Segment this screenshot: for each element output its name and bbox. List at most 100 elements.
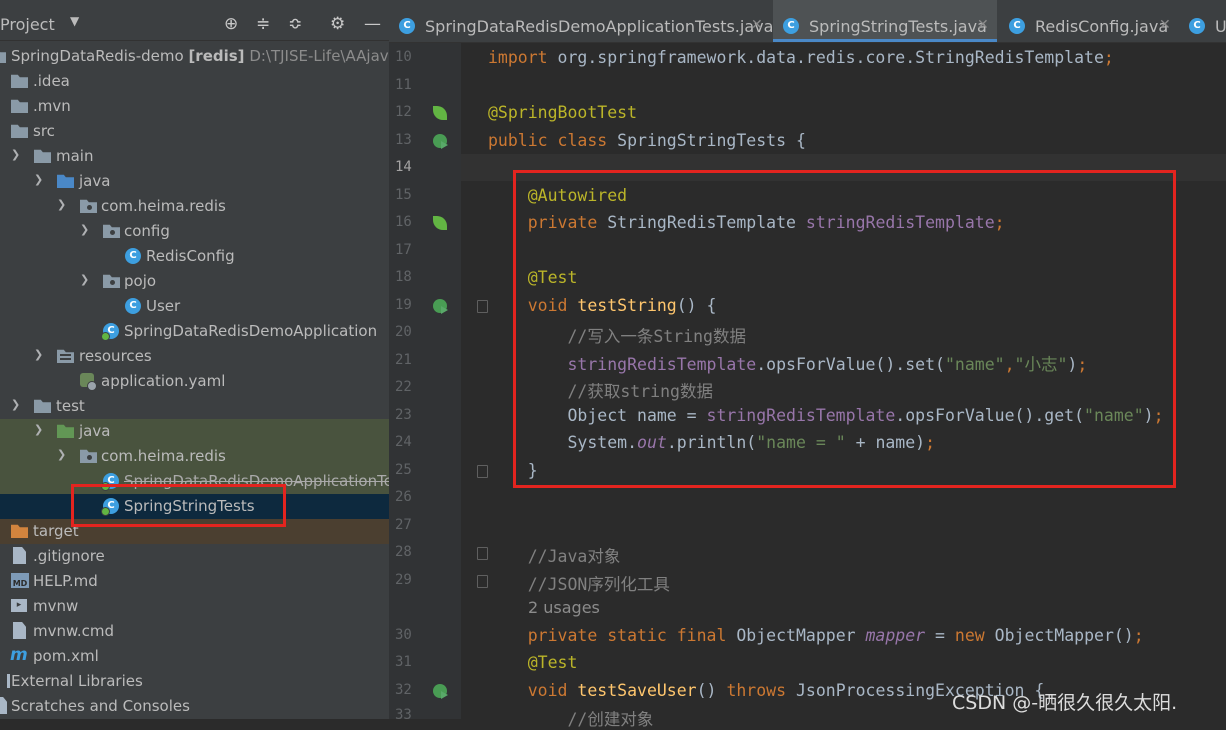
tree-item-main[interactable]: ❯ main <box>0 144 389 169</box>
tree-item-scratches[interactable]: Scratches and Consoles <box>0 694 389 719</box>
tree-item-mvn[interactable]: .mvn <box>0 94 389 119</box>
tree-item-package-test[interactable]: ❯ com.heima.redis <box>0 444 389 469</box>
tree-item-idea[interactable]: .idea <box>0 69 389 94</box>
line-number: 24 <box>395 434 412 450</box>
tree-item-label: .gitignore <box>33 547 105 565</box>
tab-user[interactable]: C U <box>1179 0 1226 42</box>
chevron-down-icon[interactable]: ❯ <box>34 173 43 186</box>
code-token: @SpringBootTest <box>488 103 638 122</box>
module-tag: [redis] <box>188 47 245 65</box>
folder-icon <box>11 74 28 88</box>
file-icon <box>13 622 26 639</box>
tree-item-help-md[interactable]: MD HELP.md <box>0 569 389 594</box>
tab-redis-config[interactable]: C RedisConfig.java ✕ <box>999 0 1177 42</box>
line-number: 11 <box>395 77 412 93</box>
code-token: ; <box>1103 48 1114 67</box>
gear-icon[interactable]: ⚙ <box>330 14 345 34</box>
chevron-down-icon[interactable]: ❯ <box>80 223 89 236</box>
tab-label: RedisConfig.java <box>1035 17 1169 36</box>
module-name: SpringDataRedis-demo <box>11 47 184 65</box>
code-token: = <box>925 626 955 645</box>
code-line: //创建对象 <box>488 706 653 730</box>
tree-item-application-yaml[interactable]: application.yaml <box>0 369 389 394</box>
code-token: public class <box>488 131 618 150</box>
chevron-down-icon[interactable]: ❯ <box>34 348 43 361</box>
tree-item-config[interactable]: ❯ config <box>0 219 389 244</box>
line-number: 19 <box>395 297 412 313</box>
tab-demo-application-tests[interactable]: C SpringDataRedisDemoApplicationTests.ja… <box>389 0 774 42</box>
tab-spring-string-tests[interactable]: C SpringStringTests.java ✕ <box>773 0 997 42</box>
tree-item-module[interactable]: SpringDataRedis-demo [redis] D:\TJISE-Li… <box>0 44 389 69</box>
chevron-down-icon[interactable]: ▼ <box>70 14 79 28</box>
line-number: 12 <box>395 104 412 120</box>
chevron-down-icon[interactable]: ❯ <box>80 273 89 286</box>
close-icon[interactable]: ✕ <box>751 17 763 33</box>
code-token: ObjectMapper() <box>994 626 1134 645</box>
tree-item-external-libraries[interactable]: External Libraries <box>0 669 389 694</box>
run-test-icon[interactable] <box>433 134 448 149</box>
expand-all-icon[interactable]: ≑ <box>256 14 270 34</box>
chevron-down-icon[interactable]: ❯ <box>11 398 20 411</box>
tree-item-package-main[interactable]: ❯ com.heima.redis <box>0 194 389 219</box>
chevron-down-icon[interactable]: ❯ <box>57 448 66 461</box>
code-token: new <box>954 626 995 645</box>
line-number: 23 <box>395 407 412 423</box>
spring-bean-icon[interactable] <box>433 106 447 120</box>
package-icon <box>103 274 120 288</box>
tree-item-pojo[interactable]: ❯ pojo <box>0 269 389 294</box>
close-icon[interactable]: ✕ <box>977 17 989 33</box>
project-view-title[interactable]: Project <box>0 15 55 34</box>
chevron-down-icon[interactable]: ❯ <box>11 148 20 161</box>
code-line: @Test <box>488 653 578 672</box>
usages-hint[interactable]: 2 usages <box>528 598 600 617</box>
run-test-icon[interactable] <box>433 684 448 699</box>
line-number: 32 <box>395 682 412 698</box>
project-sidebar: Project ▼ ⊕ ≑ ≎ ⚙ — SpringDataRedis-demo… <box>0 0 389 719</box>
tab-label: SpringDataRedisDemoApplicationTests.java <box>425 17 774 36</box>
run-test-icon[interactable] <box>433 299 448 314</box>
folder-icon <box>34 399 51 413</box>
class-icon: C <box>1189 18 1205 34</box>
line-number: 27 <box>395 517 412 533</box>
chevron-down-icon[interactable]: ❯ <box>34 423 43 436</box>
tree-item-label: RedisConfig <box>146 247 235 265</box>
tree-item-main-java[interactable]: ❯ java <box>0 169 389 194</box>
fold-marker-icon[interactable] <box>477 465 488 478</box>
package-icon <box>103 224 120 238</box>
spring-bean-icon[interactable] <box>433 216 447 230</box>
minimize-icon[interactable]: — <box>364 14 381 34</box>
collapse-all-icon[interactable]: ≎ <box>288 14 302 34</box>
tree-item-test[interactable]: ❯ test <box>0 394 389 419</box>
package-icon <box>80 449 97 463</box>
tree-item-label: mvnw <box>33 597 79 615</box>
line-number: 20 <box>395 324 412 340</box>
tree-item-label: com.heima.redis <box>101 197 226 215</box>
tree-item-mvnw[interactable]: ▸ mvnw <box>0 594 389 619</box>
line-number: 16 <box>395 214 412 230</box>
chevron-down-icon[interactable]: ❯ <box>57 198 66 211</box>
tree-item-resources[interactable]: ❯ resources <box>0 344 389 369</box>
code-token: @Test <box>488 653 578 672</box>
fold-marker-icon[interactable] <box>477 575 488 588</box>
tree-item-mvnw-cmd[interactable]: mvnw.cmd <box>0 619 389 644</box>
tree-item-application[interactable]: C SpringDataRedisDemoApplication <box>0 319 389 344</box>
fold-marker-icon[interactable] <box>477 547 488 560</box>
tree-item-src[interactable]: src <box>0 119 389 144</box>
folder-icon <box>34 149 51 163</box>
code-token: private static final <box>488 626 737 645</box>
folder-icon <box>11 124 28 138</box>
fold-marker-icon[interactable] <box>477 300 488 313</box>
tree-item-pom[interactable]: m pom.xml <box>0 644 389 669</box>
close-icon[interactable]: ✕ <box>1159 17 1171 33</box>
line-number: 29 <box>395 572 412 588</box>
line-number: 25 <box>395 462 412 478</box>
yaml-file-icon <box>80 373 97 391</box>
tree-item-gitignore[interactable]: .gitignore <box>0 544 389 569</box>
class-icon: C <box>783 18 799 34</box>
module-path: D:\TJISE-Life\AAjava- <box>249 47 389 65</box>
locate-icon[interactable]: ⊕ <box>224 14 238 34</box>
code-token: org.springframework.data.redis.core.Stri… <box>557 48 1104 67</box>
tree-item-redisconfig[interactable]: C RedisConfig <box>0 244 389 269</box>
tree-item-user[interactable]: C User <box>0 294 389 319</box>
tree-item-test-java[interactable]: ❯ java <box>0 419 389 444</box>
